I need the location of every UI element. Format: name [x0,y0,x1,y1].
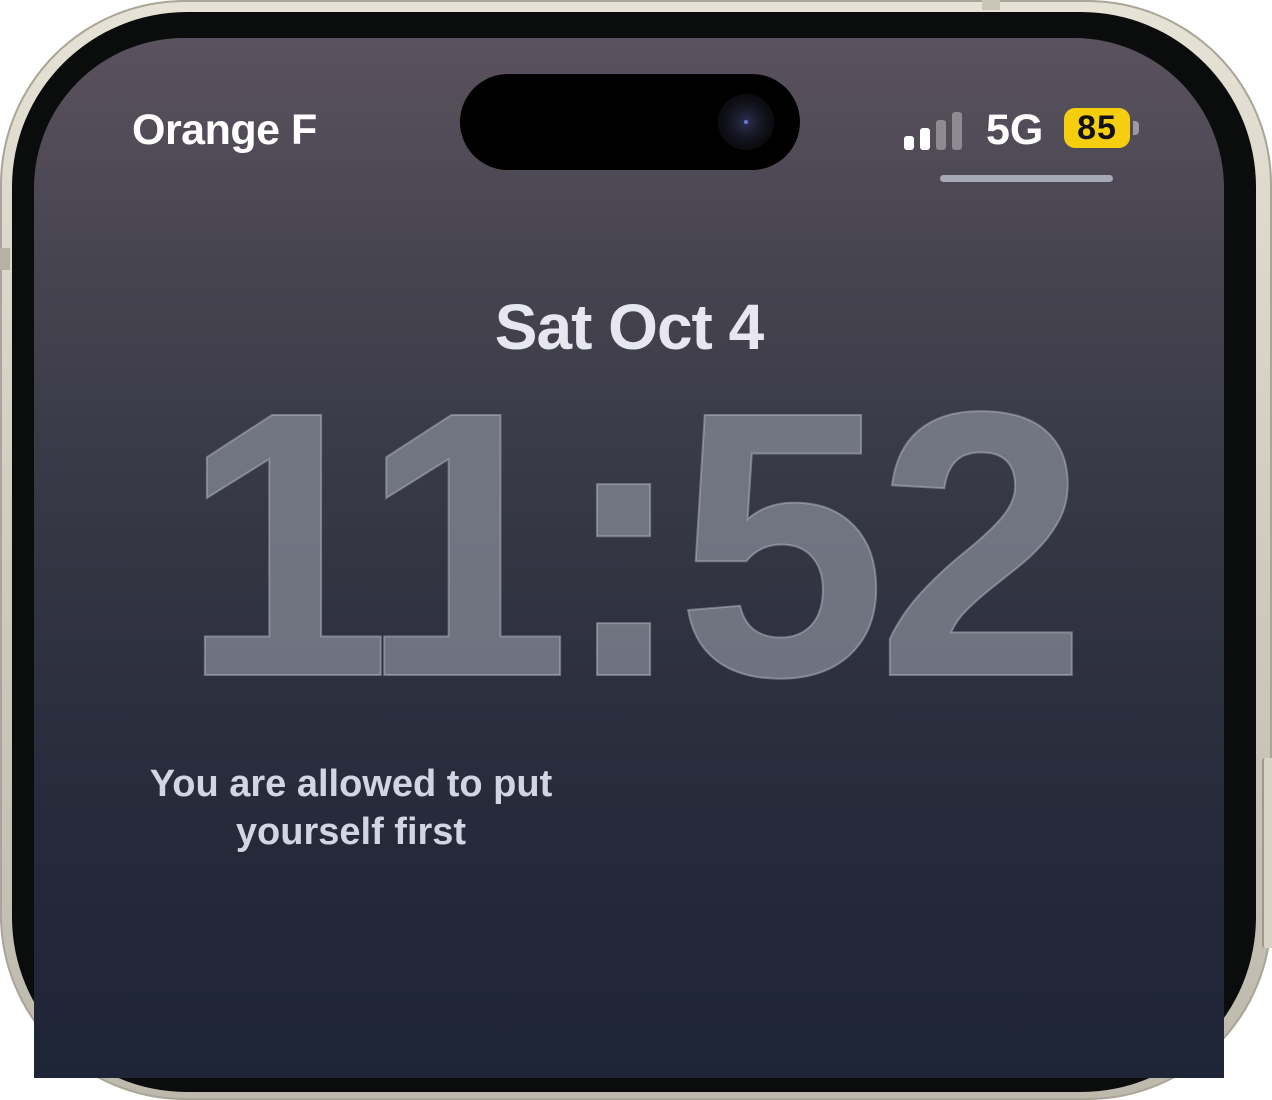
top-button [982,0,1000,10]
front-camera-icon [718,94,774,150]
text-widget[interactable]: You are allowed to put yourself first [126,760,576,856]
network-type: 5G [986,106,1044,154]
dynamic-island [460,74,800,170]
lock-screen-time[interactable]: 11:52 [34,355,1224,735]
signal-bar [936,120,946,150]
carrier-name: Orange F [132,106,317,154]
signal-bar [920,128,930,150]
side-button [1262,758,1272,948]
signal-bar [952,112,962,150]
battery-icon: 85 [1064,108,1130,148]
control-center-indicator[interactable] [940,175,1113,182]
signal-icon [904,110,966,150]
battery-tip [1133,121,1139,135]
signal-bar [904,136,914,150]
lock-screen[interactable]: Orange F 5G 85 Sat Oct 4 11:52 You are a… [34,38,1224,1078]
volume-button [0,248,10,270]
